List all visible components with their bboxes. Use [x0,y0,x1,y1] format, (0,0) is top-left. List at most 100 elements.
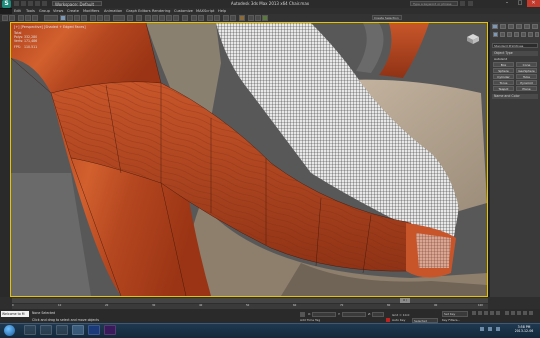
tray-network-icon[interactable] [480,327,484,331]
motion-tab-icon[interactable] [516,24,522,29]
help-icon[interactable] [468,1,473,6]
edit-named-selection-icon[interactable] [182,15,188,21]
select-scale-icon[interactable] [104,15,110,21]
rendered-frame-icon[interactable] [255,15,261,21]
bind-space-warp-icon[interactable] [32,15,38,21]
viewcube-icon[interactable] [466,33,480,45]
utilities-tab-icon[interactable] [532,24,538,29]
3dsmax-task-icon[interactable] [72,325,84,335]
explorer-task-icon[interactable] [24,325,36,335]
viewport-label[interactable]: [+] [Perspective] [Shaded + Edged Faces] [14,25,86,29]
object-category-dropdown[interactable]: Standard Primitives [492,43,538,48]
select-manipulate-icon[interactable] [136,15,142,21]
maxscript-listener[interactable]: Welcome to M [1,311,29,317]
time-slider-thumb[interactable]: 0 / 100 [400,298,410,307]
close-button[interactable]: ✕ [527,0,540,7]
add-time-tag[interactable]: Add Time Tag [300,318,320,322]
lights-icon[interactable] [507,32,512,37]
z-coordinate-field[interactable] [372,312,384,317]
modify-tab-icon[interactable] [500,24,506,29]
pyramid-button[interactable]: Pyramid [516,80,537,85]
orbit-icon[interactable] [523,311,527,315]
maximize-viewport-icon[interactable] [529,311,533,315]
graphite-toggle-icon[interactable] [214,15,220,21]
cameras-icon[interactable] [514,32,519,37]
create-tab-icon[interactable] [492,24,498,29]
window-crossing-icon[interactable] [81,15,87,21]
search-icon[interactable] [460,1,465,6]
auto-key-icon[interactable] [386,318,390,322]
tray-flag-icon[interactable] [496,327,500,331]
unlink-icon[interactable] [25,15,31,21]
undo-tool-icon[interactable] [2,15,8,21]
app-logo-button[interactable]: S [2,0,11,8]
photoshop-task-icon[interactable] [88,325,100,335]
plane-button[interactable]: Plane [516,86,537,91]
select-rotate-icon[interactable] [97,15,103,21]
maximize-button[interactable]: □ [514,0,526,7]
snaps-toggle-icon[interactable] [152,15,158,21]
minimize-button[interactable]: – [501,0,513,7]
premiere-task-icon[interactable] [104,325,116,335]
next-frame-icon[interactable] [490,311,494,315]
quick-new-icon[interactable] [14,1,19,6]
start-button[interactable] [4,325,15,336]
pan-icon[interactable] [517,311,521,315]
time-slider[interactable] [12,298,488,303]
perspective-viewport[interactable]: [+] [Perspective] [Shaded + Edged Faces]… [10,22,488,297]
display-tab-icon[interactable] [524,24,530,29]
lock-selection-icon[interactable] [300,312,305,317]
goto-start-icon[interactable] [472,311,476,315]
set-key-button[interactable]: Set Key [442,311,468,317]
cylinder-button[interactable]: Cylinder [493,74,514,79]
material-editor-icon[interactable] [239,15,245,21]
spacewarps-icon[interactable] [528,32,533,37]
autogrid-checkbox[interactable]: AutoGrid [494,57,507,61]
zoom-icon[interactable] [505,311,509,315]
render-setup-icon[interactable] [248,15,254,21]
select-by-name-icon[interactable] [67,15,73,21]
schematic-view-icon[interactable] [230,15,236,21]
quick-save-icon[interactable] [28,1,33,6]
keyboard-shortcut-icon[interactable] [145,15,151,21]
object-type-header[interactable]: Object Type [492,51,538,56]
helpers-icon[interactable] [521,32,526,37]
hierarchy-tab-icon[interactable] [508,24,514,29]
select-move-icon[interactable] [90,15,96,21]
box-button[interactable]: Box [493,62,514,67]
prev-frame-icon[interactable] [478,311,482,315]
selection-filter-dropdown[interactable] [44,15,58,21]
select-object-icon[interactable] [60,15,66,21]
redo-tool-icon[interactable] [9,15,15,21]
named-selection-set-dropdown[interactable]: Create Selection Se [372,15,402,25]
systems-icon[interactable] [535,32,539,37]
geosphere-button[interactable]: GeoSphere [516,68,537,73]
teapot-button[interactable]: Teapot [493,86,514,91]
quick-open-icon[interactable] [21,1,26,6]
zoom-all-icon[interactable] [511,311,515,315]
pivot-center-icon[interactable] [127,15,133,21]
ie-task-icon[interactable] [40,325,52,335]
cone-button[interactable]: Cone [516,62,537,67]
redo-icon[interactable] [42,1,47,6]
taskbar-clock[interactable]: 3:58 PM 2013-12-06 [509,325,539,333]
y-coordinate-field[interactable] [342,312,366,317]
goto-end-icon[interactable] [496,311,500,315]
undo-icon[interactable] [35,1,40,6]
workspace-dropdown[interactable]: Workspace: Default [52,1,102,7]
spinner-snap-icon[interactable] [173,15,179,21]
name-and-color-header[interactable]: Name and Color [492,94,538,99]
reference-coordinate-dropdown[interactable] [113,15,125,21]
geometry-icon[interactable] [493,32,498,37]
percent-snap-icon[interactable] [166,15,172,21]
curve-editor-icon[interactable] [223,15,229,21]
render-production-icon[interactable] [262,15,268,21]
play-icon[interactable] [484,311,488,315]
align-icon[interactable] [198,15,204,21]
tube-button[interactable]: Tube [516,74,537,79]
tray-volume-icon[interactable] [488,327,492,331]
mirror-icon[interactable] [191,15,197,21]
link-icon[interactable] [18,15,24,21]
shapes-icon[interactable] [500,32,505,37]
media-player-task-icon[interactable] [56,325,68,335]
